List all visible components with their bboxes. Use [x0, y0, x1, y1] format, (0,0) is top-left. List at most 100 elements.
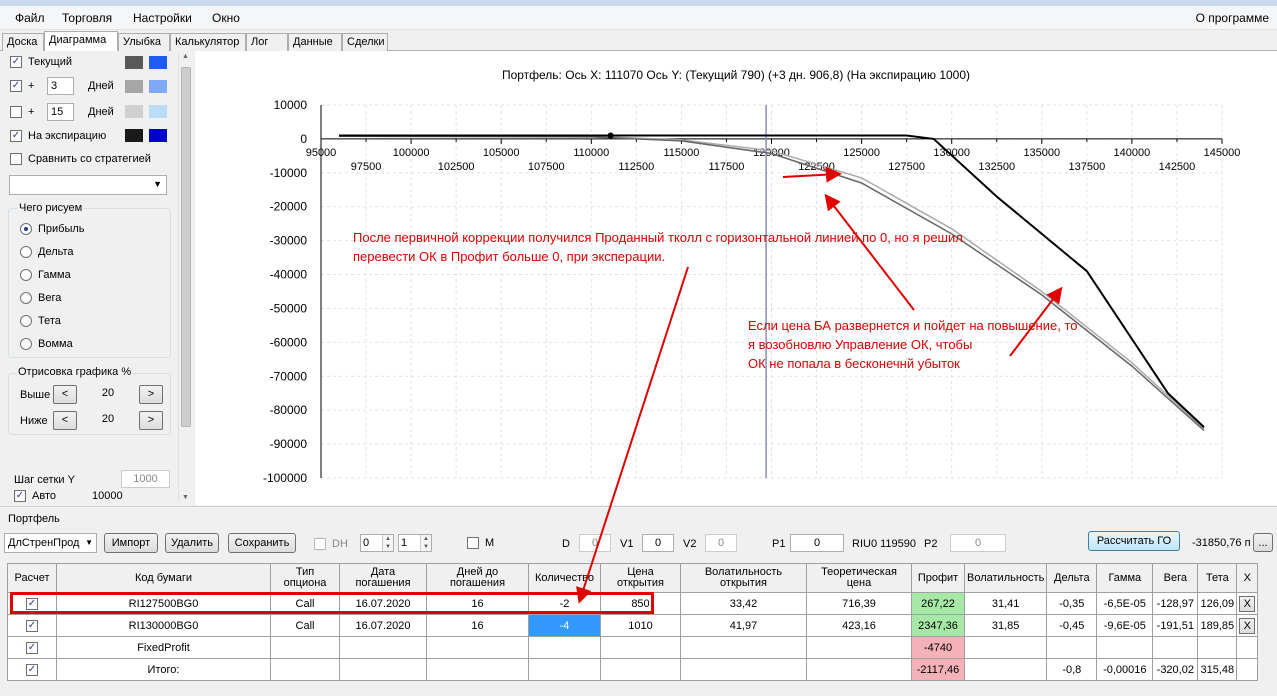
col-header-vega[interactable]: Вега: [1152, 563, 1199, 593]
vol-cell[interactable]: 31,85: [963, 614, 1048, 637]
plus2-checkbox[interactable]: [10, 106, 22, 118]
tab-log[interactable]: Лог: [246, 33, 288, 51]
col-header-date[interactable]: Дата погашения: [339, 563, 427, 593]
radio-profit[interactable]: [20, 223, 32, 235]
theta-cell[interactable]: 126,09: [1197, 592, 1238, 615]
dh-checkbox[interactable]: [314, 538, 326, 550]
code-cell[interactable]: FixedProfit: [56, 636, 271, 659]
portfolio-combo[interactable]: ДлСтренПрод ▼: [4, 533, 97, 553]
m-checkbox[interactable]: [467, 537, 479, 549]
import-button[interactable]: Импорт: [104, 533, 158, 553]
tab-data[interactable]: Данные: [288, 33, 342, 51]
row-calc-checkbox[interactable]: ✓: [26, 642, 38, 654]
table-row-total[interactable]: ✓ Итого: -2117,46 -0,8 -0,00016 -320,02 …: [7, 658, 1259, 681]
vol-open-cell[interactable]: 41,97: [680, 614, 807, 637]
grid-step-input[interactable]: 1000: [121, 470, 170, 488]
dh-spin-1[interactable]: 0 ▲ ▼: [360, 534, 394, 552]
plus2-blue-swatch[interactable]: [149, 105, 167, 118]
gamma-cell[interactable]: -9,6E-05: [1096, 614, 1154, 637]
menu-file[interactable]: Файл: [15, 11, 45, 25]
qty-cell[interactable]: -4: [528, 614, 601, 637]
date-cell[interactable]: 16.07.2020: [339, 614, 427, 637]
expiration-checkbox[interactable]: ✓: [10, 130, 22, 142]
vol-open-cell[interactable]: 33,42: [680, 592, 807, 615]
current-checkbox[interactable]: ✓: [10, 56, 22, 68]
row-calc-checkbox[interactable]: ✓: [26, 620, 38, 632]
below-increase-button[interactable]: >: [139, 411, 163, 430]
col-header-delta[interactable]: Дельта: [1046, 563, 1098, 593]
col-header-x[interactable]: X: [1236, 563, 1259, 593]
col-header-vol-open[interactable]: Волатильность открытия: [680, 563, 807, 593]
current-blue-swatch[interactable]: [149, 56, 167, 69]
row-calc-cell[interactable]: ✓: [7, 614, 57, 637]
expiration-blue-swatch[interactable]: [149, 129, 167, 142]
v1-value[interactable]: 0: [642, 534, 674, 552]
col-header-gamma[interactable]: Гамма: [1096, 563, 1154, 593]
v2-value[interactable]: 0: [705, 534, 737, 552]
vega-cell[interactable]: -191,51: [1152, 614, 1199, 637]
profit-cell[interactable]: 267,22: [911, 592, 965, 615]
plus2-gray-swatch[interactable]: [125, 105, 143, 118]
strategy-dropdown[interactable]: ▼: [9, 175, 167, 195]
tab-trades[interactable]: Сделки: [342, 33, 388, 51]
table-row[interactable]: ✓ RI130000BG0 Call 16.07.2020 16 -4 1010…: [7, 614, 1259, 637]
menu-settings[interactable]: Настройки: [133, 11, 192, 25]
tab-board[interactable]: Доска: [2, 33, 44, 51]
col-header-theta[interactable]: Тета: [1197, 563, 1238, 593]
p2-value[interactable]: 0: [950, 534, 1006, 552]
vega-cell[interactable]: -128,97: [1152, 592, 1199, 615]
expiration-black-swatch[interactable]: [125, 129, 143, 142]
row-calc-cell[interactable]: ✓: [7, 658, 57, 681]
gamma-cell[interactable]: -6,5E-05: [1096, 592, 1154, 615]
plus1-gray-swatch[interactable]: [125, 80, 143, 93]
col-header-vol[interactable]: Волатильность: [963, 563, 1048, 593]
above-decrease-button[interactable]: <: [53, 385, 77, 404]
d-value[interactable]: 0: [579, 534, 611, 552]
current-gray-swatch[interactable]: [125, 56, 143, 69]
delta-cell[interactable]: -0,35: [1046, 592, 1098, 615]
row-calc-cell[interactable]: ✓: [7, 636, 57, 659]
left-panel-scrollbar[interactable]: ▲ ▼: [178, 53, 192, 501]
remove-row-button[interactable]: X: [1239, 595, 1256, 612]
save-button[interactable]: Сохранить: [228, 533, 296, 553]
compare-checkbox[interactable]: [10, 153, 22, 165]
profit-cell[interactable]: 2347,36: [911, 614, 965, 637]
below-decrease-button[interactable]: <: [53, 411, 77, 430]
profit-cell[interactable]: -4740: [911, 636, 965, 659]
row-calc-checkbox[interactable]: ✓: [26, 664, 38, 676]
calculate-go-button[interactable]: Рассчитать ГО: [1088, 531, 1180, 551]
tab-smile[interactable]: Улыбка: [118, 33, 170, 51]
dh-spin-2[interactable]: 1 ▲ ▼: [398, 534, 432, 552]
scrollbar-thumb[interactable]: [181, 67, 191, 427]
payoff-chart[interactable]: Портфель: Ось X: 111070 Ось Y: (Текущий …: [195, 51, 1277, 505]
auto-checkbox[interactable]: ✓: [14, 490, 26, 502]
delta-cell[interactable]: -0,45: [1046, 614, 1098, 637]
radio-vega[interactable]: [20, 292, 32, 304]
col-header-theo[interactable]: Теоретическая цена: [806, 563, 912, 593]
theo-cell[interactable]: 716,39: [806, 592, 912, 615]
delete-button[interactable]: Удалить: [165, 533, 219, 553]
code-cell[interactable]: RI130000BG0: [56, 614, 271, 637]
col-header-code[interactable]: Код бумаги: [56, 563, 271, 593]
col-header-qty[interactable]: Количество: [528, 563, 601, 593]
col-header-type[interactable]: Тип опциона: [270, 563, 340, 593]
days-cell[interactable]: 16: [426, 614, 529, 637]
menu-window[interactable]: Окно: [212, 11, 240, 25]
remove-row-button[interactable]: X: [1239, 617, 1256, 634]
tab-diagram[interactable]: Диаграмма: [44, 31, 118, 52]
theta-cell[interactable]: 189,85: [1197, 614, 1238, 637]
plus1-checkbox[interactable]: ✓: [10, 80, 22, 92]
menu-about[interactable]: О программе: [1196, 11, 1269, 25]
plus1-blue-swatch[interactable]: [149, 80, 167, 93]
plus1-days-input[interactable]: 3: [47, 77, 74, 95]
p1-value[interactable]: 0: [790, 534, 844, 552]
radio-vomma[interactable]: [20, 338, 32, 350]
menu-trade[interactable]: Торговля: [62, 11, 112, 25]
radio-delta[interactable]: [20, 246, 32, 258]
spin-arrows-icon[interactable]: ▲ ▼: [420, 535, 431, 551]
type-cell[interactable]: Call: [270, 614, 340, 637]
theo-cell[interactable]: 423,16: [806, 614, 912, 637]
vol-cell[interactable]: 31,41: [963, 592, 1048, 615]
plus2-days-input[interactable]: 15: [47, 103, 74, 121]
radio-gamma[interactable]: [20, 269, 32, 281]
